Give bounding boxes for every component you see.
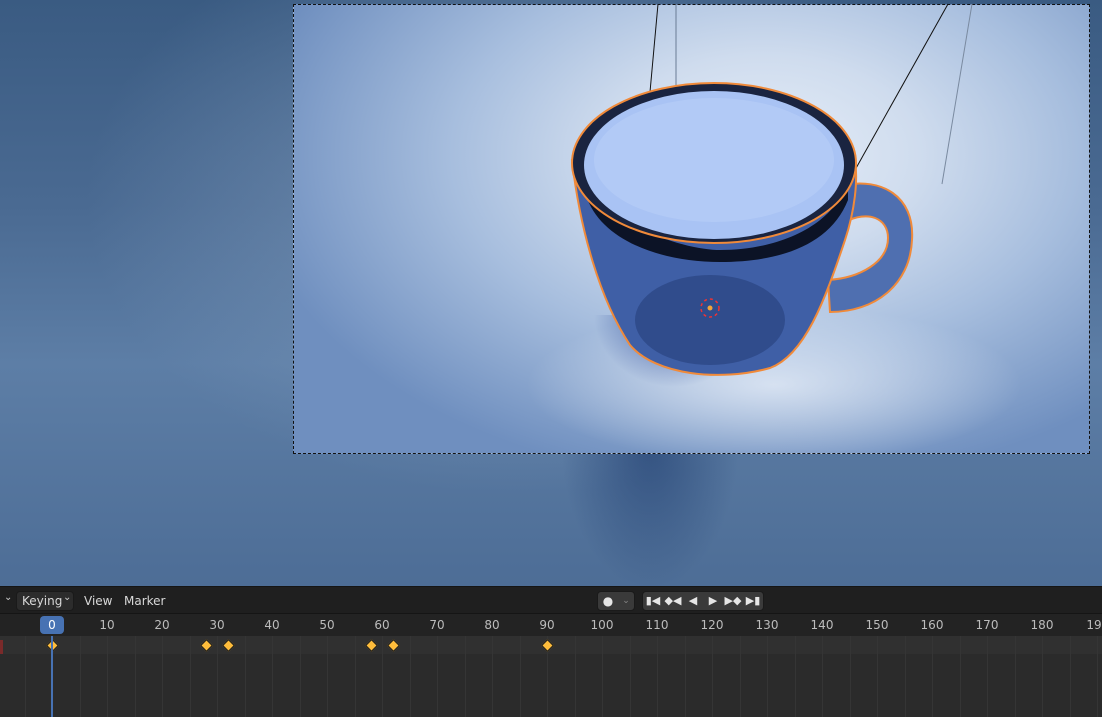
frame-tick: 50	[319, 618, 335, 632]
frame-tick: 160	[920, 618, 944, 632]
grid-line	[602, 636, 603, 717]
frame-tick: 60	[374, 618, 390, 632]
record-toggle[interactable]: ● ⌄	[597, 591, 635, 611]
grid-line	[465, 636, 466, 717]
grid-line	[850, 636, 851, 717]
grid-line	[960, 636, 961, 717]
grid-line	[630, 636, 631, 717]
chevron-down-icon[interactable]: ⌄	[4, 592, 12, 603]
grid-line	[217, 636, 218, 717]
grid-line	[327, 636, 328, 717]
timeline-header: ⌄ Keying ⌄ View Marker ● ⌄ ▮◀ ◆◀ ◀ ▶ ▶◆ …	[0, 586, 1102, 614]
grid-line	[25, 636, 26, 717]
frame-tick: 19	[1086, 618, 1102, 632]
current-frame-indicator[interactable]: 0	[40, 616, 64, 634]
playhead[interactable]	[51, 636, 53, 717]
grid-line	[520, 636, 521, 717]
frame-tick: 140	[810, 618, 834, 632]
playback-controls: ▮◀ ◆◀ ◀ ▶ ▶◆ ▶▮	[642, 591, 764, 611]
grid-line	[1042, 636, 1043, 717]
grid-line	[492, 636, 493, 717]
grid-line	[162, 636, 163, 717]
frame-tick: 30	[209, 618, 225, 632]
grid-line	[987, 636, 988, 717]
frame-tick: 110	[645, 618, 669, 632]
grid-line	[685, 636, 686, 717]
grid-line	[932, 636, 933, 717]
grid-line	[80, 636, 81, 717]
string-line	[649, 3, 659, 93]
frame-tick: 80	[484, 618, 500, 632]
3d-viewport[interactable]	[0, 0, 1102, 586]
grid-line	[355, 636, 356, 717]
jump-start-icon[interactable]: ▮◀	[643, 592, 663, 610]
play-reverse-icon[interactable]: ◀	[683, 592, 703, 610]
frame-tick: 10	[99, 618, 115, 632]
frame-tick: 40	[264, 618, 280, 632]
grid-line	[795, 636, 796, 717]
grid-line	[1070, 636, 1071, 717]
grid-line	[410, 636, 411, 717]
keyframe-track-area[interactable]	[0, 636, 1102, 717]
grid-line	[135, 636, 136, 717]
grid-line	[382, 636, 383, 717]
grid-line	[190, 636, 191, 717]
next-keyframe-icon[interactable]: ▶◆	[723, 592, 743, 610]
grid-line	[822, 636, 823, 717]
frame-tick: 20	[154, 618, 170, 632]
prev-keyframe-icon[interactable]: ◆◀	[663, 592, 683, 610]
grid-line	[300, 636, 301, 717]
chevron-down-icon[interactable]: ⌄	[616, 592, 636, 610]
grid-line	[272, 636, 273, 717]
frame-tick: 120	[700, 618, 724, 632]
grid-line	[712, 636, 713, 717]
grid-line	[245, 636, 246, 717]
grid-line	[437, 636, 438, 717]
cup-liquid-highlight	[594, 98, 834, 222]
grid-line	[575, 636, 576, 717]
grid-line	[657, 636, 658, 717]
keying-menu-label[interactable]: Keying	[22, 593, 62, 609]
frame-tick: 100	[590, 618, 614, 632]
grid-line	[107, 636, 108, 717]
record-dot-icon[interactable]: ●	[598, 592, 618, 610]
object-origin-icon	[707, 305, 713, 311]
channel-color-marker	[0, 640, 3, 654]
frame-tick: 130	[755, 618, 779, 632]
grid-line	[905, 636, 906, 717]
timeline-editor[interactable]: ⌄ Keying ⌄ View Marker ● ⌄ ▮◀ ◆◀ ◀ ▶ ▶◆ …	[0, 586, 1102, 717]
frame-tick: 170	[975, 618, 999, 632]
frame-tick: 90	[539, 618, 555, 632]
frame-tick: 180	[1030, 618, 1054, 632]
glass-cup-object[interactable]	[0, 0, 1102, 586]
play-icon[interactable]: ▶	[703, 592, 723, 610]
cup-base	[635, 275, 785, 365]
string-line	[854, 3, 949, 171]
view-menu[interactable]: View	[84, 593, 112, 609]
frame-tick: 150	[865, 618, 889, 632]
string-line	[941, 3, 973, 185]
jump-end-icon[interactable]: ▶▮	[743, 592, 763, 610]
marker-menu[interactable]: Marker	[124, 593, 165, 609]
frame-ruler[interactable]: 0 10 20 30 40 50 60 70 80 90 100 110 120…	[0, 614, 1102, 636]
grid-line	[740, 636, 741, 717]
frame-tick: 70	[429, 618, 445, 632]
grid-line	[877, 636, 878, 717]
chevron-down-icon[interactable]: ⌄	[63, 592, 71, 603]
grid-line	[1015, 636, 1016, 717]
grid-line	[1097, 636, 1098, 717]
grid-line	[767, 636, 768, 717]
